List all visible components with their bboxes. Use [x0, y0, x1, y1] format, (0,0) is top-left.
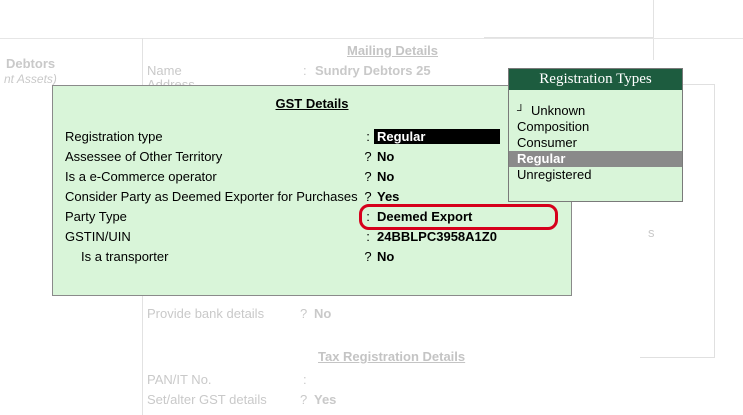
assessee-other-territory-value[interactable]: No [377, 149, 394, 164]
list-item-composition[interactable]: Composition [509, 119, 682, 135]
list-item-unregistered[interactable]: Unregistered [509, 167, 682, 183]
field-assessee-other-territory[interactable]: Assessee of Other Territory ? No [65, 149, 565, 167]
field-label: Is a e-Commerce operator [65, 169, 217, 184]
bank-details-value: No [314, 306, 332, 321]
registration-type-value[interactable]: Regular [374, 129, 500, 144]
registration-types-title: Registration Types [509, 69, 682, 90]
gst-details-separator: ? [300, 392, 308, 407]
field-registration-type[interactable]: Registration type : Regular [65, 129, 565, 147]
gst-details-label: Set/alter GST details [147, 392, 267, 407]
side-letter: s [648, 225, 655, 240]
field-label: Party Type [65, 209, 127, 224]
pan-label: PAN/IT No. [147, 372, 212, 387]
registration-types-panel: Registration Types ┘ Unknown Composition … [508, 68, 683, 202]
list-item-regular[interactable]: Regular [509, 151, 682, 167]
background-top-box [484, 0, 654, 38]
mailing-details-title: Mailing Details [347, 43, 439, 58]
field-label: Assessee of Other Territory [65, 149, 223, 164]
list-item-consumer[interactable]: Consumer [509, 135, 682, 151]
field-ecommerce-operator[interactable]: Is a e-Commerce operator ? No [65, 169, 565, 187]
background-divider [653, 0, 654, 60]
field-separator: ? [364, 189, 372, 204]
field-label: Is a transporter [81, 249, 169, 264]
tax-registration-title: Tax Registration Details [318, 349, 466, 364]
deemed-exporter-value[interactable]: Yes [377, 189, 399, 204]
field-label: GSTIN/UIN [65, 229, 131, 244]
ecommerce-operator-value[interactable]: No [377, 169, 394, 184]
gst-dialog-title: GST Details [275, 96, 349, 111]
group-subtitle: nt Assets) [4, 72, 57, 86]
field-separator: ? [364, 149, 372, 164]
field-separator: : [366, 229, 370, 244]
name-separator: : [303, 63, 307, 78]
end-marker-icon: ┘ [517, 105, 525, 117]
list-item-unknown[interactable]: ┘ Unknown [509, 103, 682, 119]
field-gstin-uin[interactable]: GSTIN/UIN : 24BBLPC3958A1Z0 [65, 229, 565, 247]
field-label: Consider Party as Deemed Exporter for Pu… [65, 189, 358, 204]
field-is-transporter[interactable]: Is a transporter ? No [65, 249, 565, 267]
gst-details-dialog: GST Details Registration type : Regular … [52, 85, 572, 296]
gst-details-value: Yes [314, 392, 337, 407]
field-label: Registration type [65, 129, 163, 144]
pan-separator: : [303, 372, 307, 387]
field-separator: ? [364, 169, 372, 184]
background-divider [0, 38, 743, 39]
bank-details-separator: ? [300, 306, 308, 321]
name-value: Sundry Debtors 25 [315, 63, 431, 78]
highlight-annotation [359, 204, 558, 230]
field-separator: ? [364, 249, 372, 264]
registration-types-list: ┘ Unknown Composition Consumer Regular Un… [509, 103, 682, 183]
is-transporter-value[interactable]: No [377, 249, 394, 264]
bank-details-label: Provide bank details [147, 306, 265, 321]
gstin-uin-value[interactable]: 24BBLPC3958A1Z0 [377, 229, 497, 244]
group-title: Debtors [6, 56, 56, 71]
name-label: Name [147, 63, 182, 78]
field-separator: : [366, 129, 370, 144]
